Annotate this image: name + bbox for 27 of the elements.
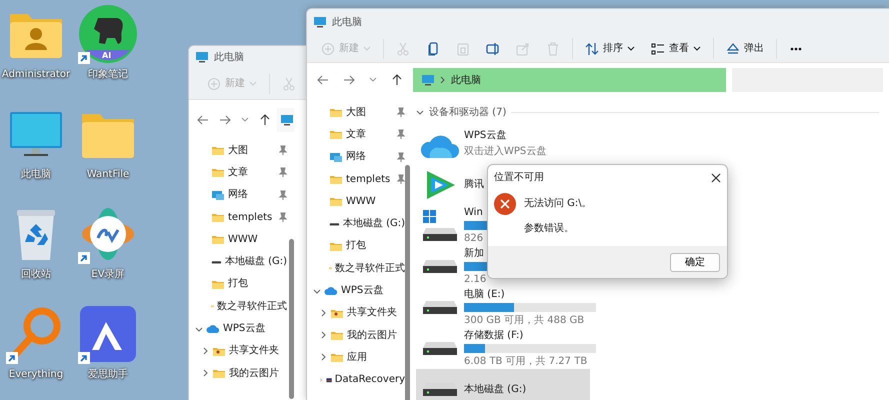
desktop-icon-label: 此电脑 (21, 168, 51, 182)
dialog-title: 位置不可用 (494, 170, 544, 185)
drive-detail: 6.08 TB 可用，共 7.27 TB (464, 354, 588, 369)
window-title: 此电脑 (332, 16, 362, 30)
desktop-icon-label: Administrator (2, 68, 70, 82)
drive-name: WPS云盘 (464, 129, 506, 143)
drive-detail: 826 (464, 232, 484, 246)
drive-name: Win (464, 206, 483, 220)
drive-name: 存储数据 (F:) (464, 328, 524, 343)
drive-detail: 双击进入WPS云盘 (464, 144, 546, 159)
drive-detail: 300 GB 可用，共 488 GB (464, 314, 584, 328)
drive-name: 腾讯 (464, 178, 484, 192)
ai-label: AI (102, 50, 112, 62)
error-detail: 参数错误。 (524, 222, 574, 236)
drive-name: 本地磁盘 (G:) (464, 382, 526, 397)
window-title: 此电脑 (214, 50, 244, 64)
drive-name: 电脑 (E:) (464, 288, 505, 302)
drive-detail: 2.16 (464, 273, 486, 287)
desktop-icon-label: EV录屏 (91, 268, 125, 282)
group-header: 设备和驱动器 (7) (429, 106, 506, 120)
error-message: 无法访问 G:\。 (524, 196, 592, 211)
desktop-icon-label: 回收站 (21, 268, 51, 282)
desktop-icon-label: 爱思助手 (88, 368, 128, 382)
desktop-icon-label: WantFile (86, 168, 130, 182)
desktop-icon-label: 印象笔记 (88, 68, 128, 82)
drive-name: 新加 (464, 246, 484, 261)
desktop-icon-label: Everything (8, 368, 64, 382)
